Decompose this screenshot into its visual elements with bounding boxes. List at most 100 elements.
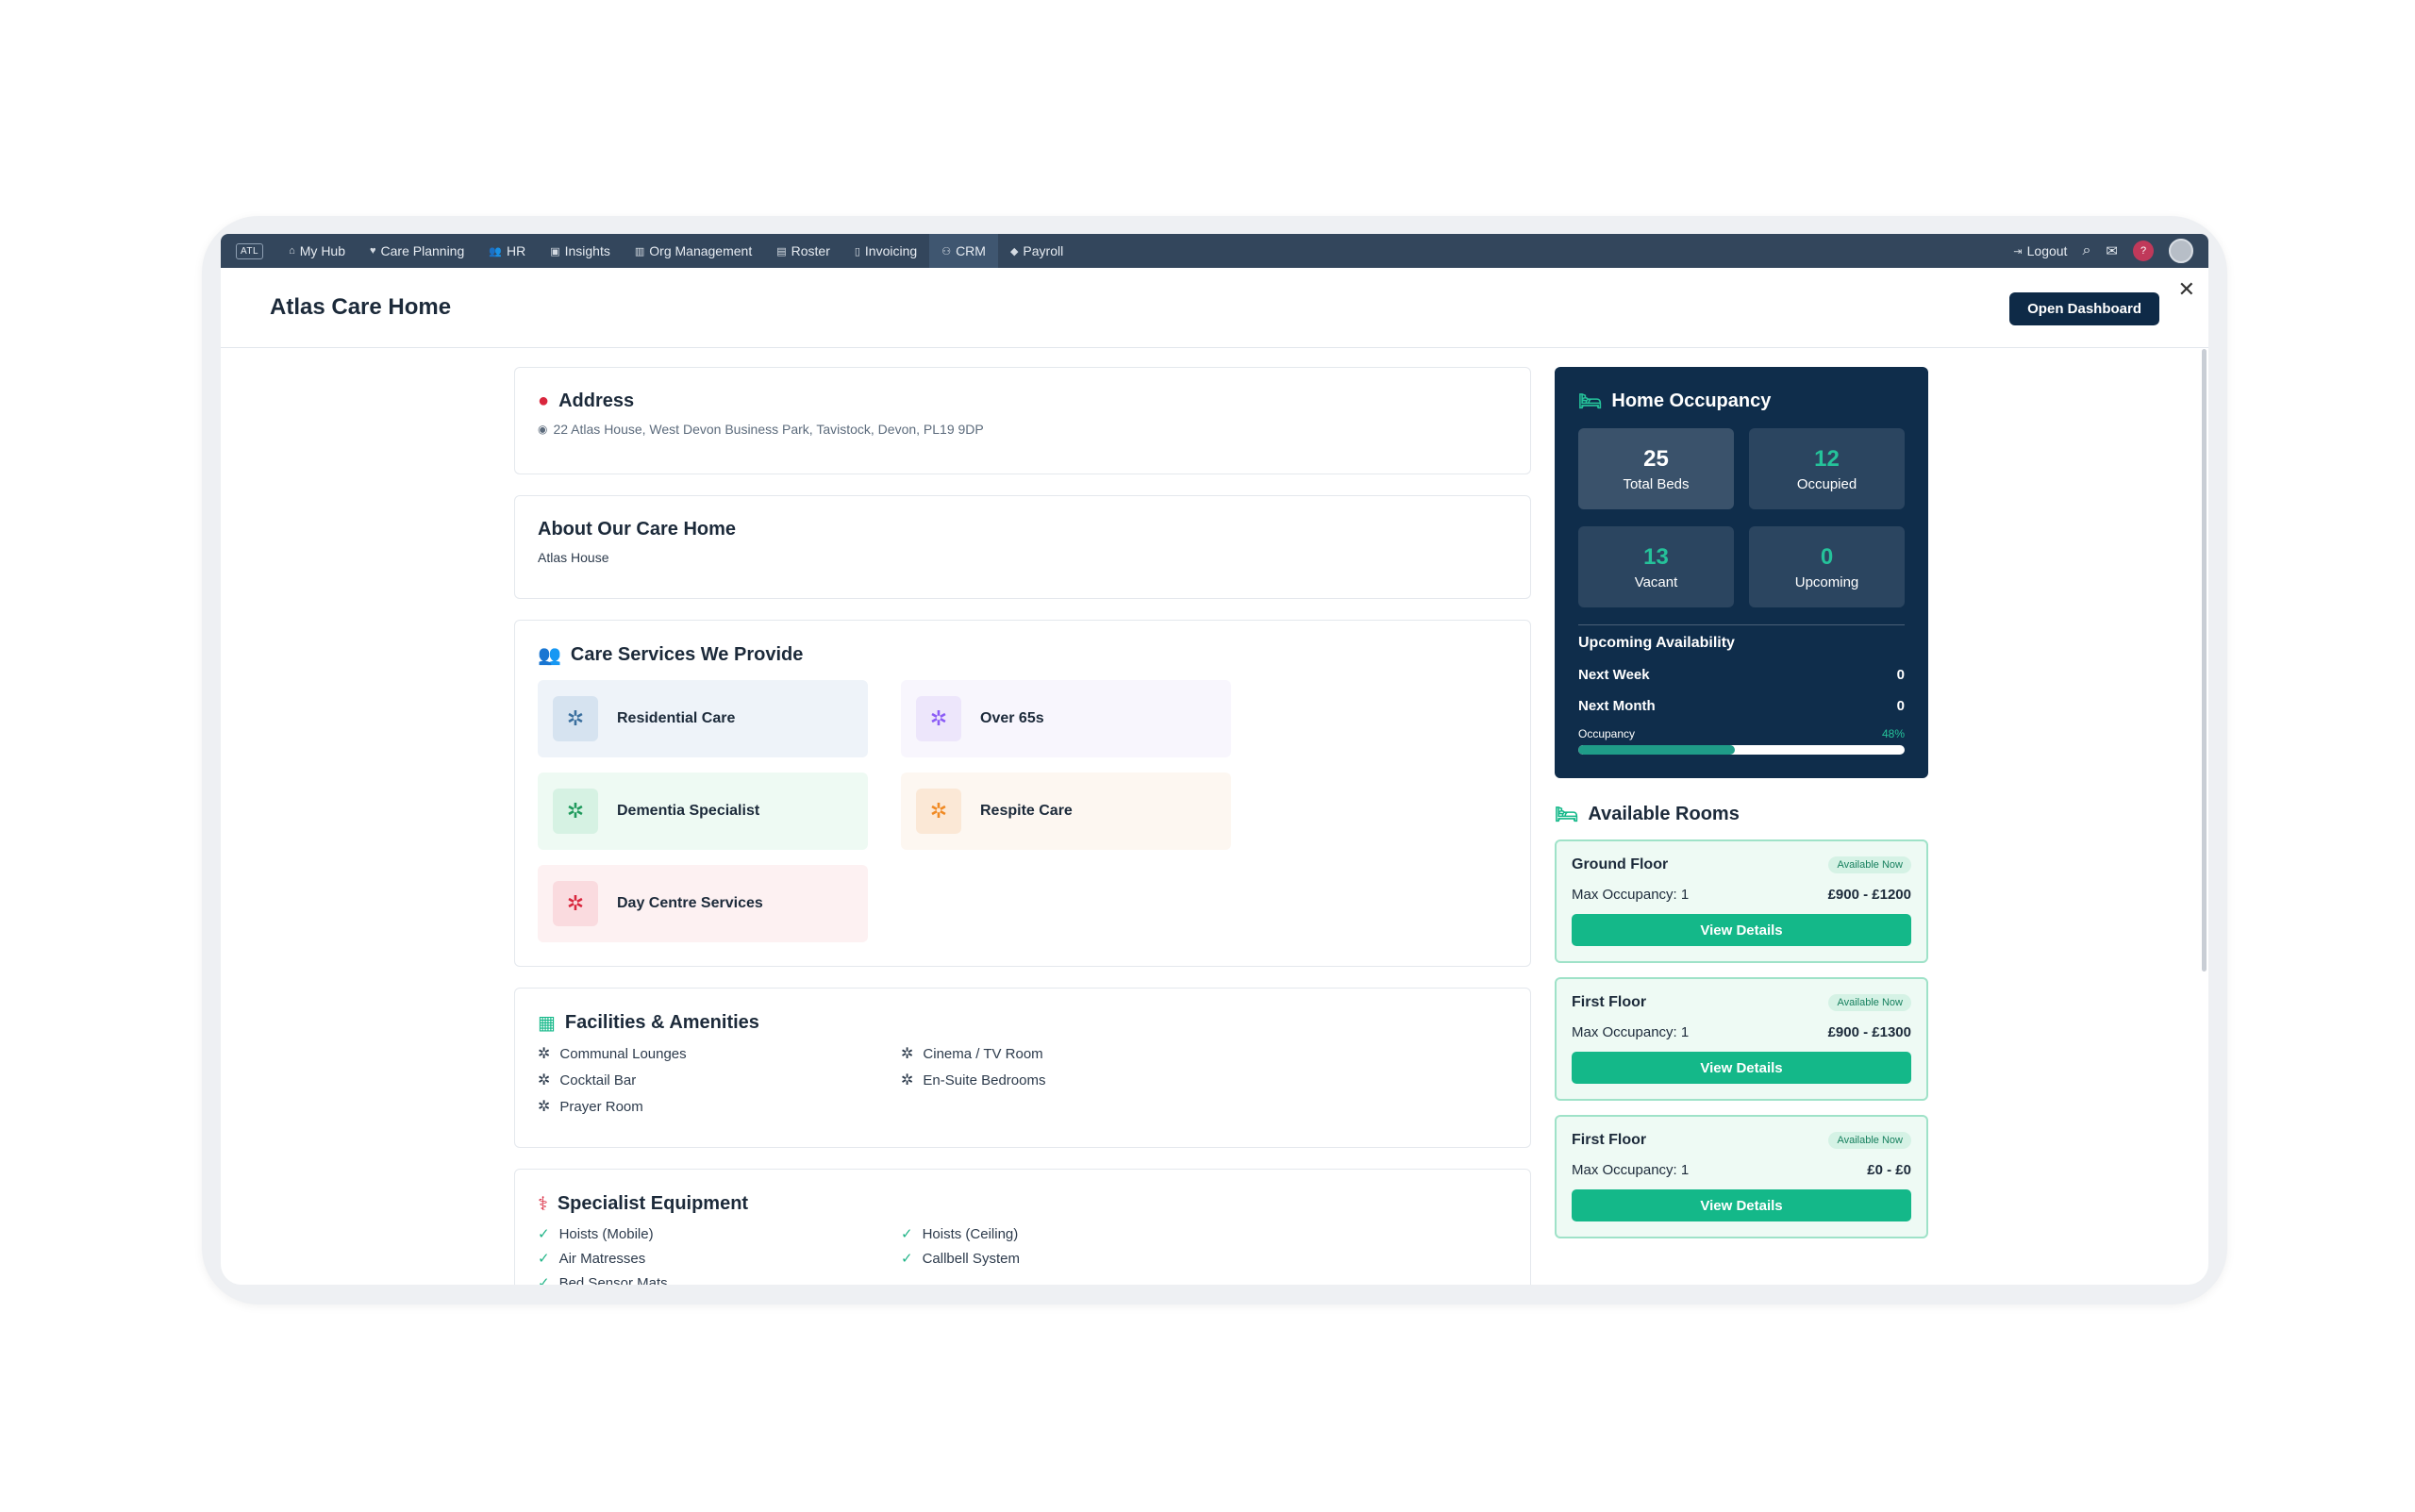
app-window: ATL ⌂ My Hub ♥ Care Planning 👥 HR ▣ Insights… [221,234,2208,1285]
occupancy-label: Occupancy [1578,727,1636,740]
gear-icon: ✲ [538,1099,551,1115]
app-logo[interactable]: ATL [236,242,264,259]
available-rooms-heading: 🛏 Available Rooms [1555,803,1928,826]
cog-icon: ✲ [916,696,961,741]
list-item: ✓ Bed Sensor Mats [538,1274,901,1286]
occupancy-row: Occupancy 48% [1578,727,1905,740]
view-details-button[interactable]: View Details [1572,1189,1911,1221]
view-details-button[interactable]: View Details [1572,914,1911,946]
list-item: ✓ Air Matresses [538,1250,901,1268]
open-dashboard-button[interactable]: Open Dashboard [2009,292,2159,325]
nav-roster[interactable]: ▤ Roster [764,234,842,268]
address-card: ● Address ◉ 22 Atlas House, West Devon Bus… [514,367,1531,474]
service-label: Residential Care [617,710,736,726]
room-floor: First Floor [1572,994,1647,1010]
page-title: Atlas Care Home [270,294,452,320]
status-badge: Available Now [1828,994,1911,1011]
check-icon: ✓ [538,1275,550,1285]
service-label: Dementia Specialist [617,803,760,819]
divider [1578,624,1905,625]
stat-label: Occupied [1796,475,1857,492]
help-badge[interactable]: ? [2133,241,2154,261]
service-label: Over 65s [980,710,1044,726]
calendar-icon: ▤ [776,245,787,258]
service-label: Day Centre Services [617,895,763,911]
cog-icon: ✲ [553,696,598,741]
facility-label: En-Suite Bedrooms [923,1072,1046,1088]
buildings-icon: ▦ [538,1013,556,1034]
logout-icon: ⇥ [2013,245,2023,258]
equipment-label: Callbell System [922,1250,1020,1267]
nav-org-management[interactable]: ▥ Org Management [623,234,764,268]
nav-hr[interactable]: 👥 HR [476,234,538,268]
stat-label: Vacant [1634,573,1678,590]
heart-icon: ♥ [370,245,376,257]
logout-button[interactable]: ⇥ Logout [2013,234,2067,268]
list-item: ✓ Callbell System [901,1250,1264,1268]
map-pin-icon: ● [538,390,550,411]
mail-icon[interactable]: ✉ [2106,242,2118,259]
content-area: ● Address ◉ 22 Atlas House, West Devon Bus… [221,349,2208,1285]
equipment-label: Hoists (Mobile) [558,1225,654,1242]
chart-icon: ▣ [550,245,560,258]
stat-value: 25 [1643,445,1669,472]
nav-crm[interactable]: ⚇ CRM [929,234,998,268]
page-header: Atlas Care Home Open Dashboard ✕ [221,268,2208,348]
stat-occupied: 12 Occupied [1749,428,1905,509]
people-group-icon: 👥 [538,645,561,666]
check-icon: ✓ [901,1226,913,1242]
list-item: ✲ En-Suite Bedrooms [901,1071,1264,1089]
gear-icon: ✲ [538,1046,551,1062]
scrollbar[interactable] [2202,349,2207,972]
view-details-button[interactable]: View Details [1572,1052,1911,1084]
bed-icon: 🛏 [1555,805,1579,825]
nav-care-planning[interactable]: ♥ Care Planning [358,234,476,268]
check-icon: ✓ [538,1226,550,1242]
facility-label: Cinema / TV Room [923,1045,1043,1062]
facilities-list: ✲ Communal Lounges ✲ Cinema / TV Room ✲ Coc… [538,1044,1507,1116]
stat-value: 0 [1820,543,1834,570]
next-week-value: 0 [1896,667,1905,683]
close-icon[interactable]: ✕ [2178,277,2195,302]
nav-label: Invoicing [864,243,918,258]
room-price: £0 - £0 [1867,1162,1911,1178]
services-title: Care Services We Provide [570,644,804,665]
check-icon: ✓ [538,1251,550,1267]
occupancy-progress-fill [1578,745,1736,755]
avatar[interactable] [2169,239,2193,263]
stat-upcoming: 0 Upcoming [1749,526,1905,607]
home-icon: ⌂ [289,245,295,257]
room-price: £900 - £1200 [1827,887,1911,903]
location-pin-icon: ◉ [538,423,548,436]
nav-label: HR [506,243,526,258]
nav-payroll[interactable]: ◆ Payroll [998,234,1075,268]
nav-invoicing[interactable]: ▯ Invoicing [842,234,929,268]
nav-my-hub[interactable]: ⌂ My Hub [276,234,358,268]
list-item: ✲ Cinema / TV Room [901,1044,1264,1063]
room-occupancy: Max Occupancy: 1 [1572,1024,1690,1040]
room-occupancy: Max Occupancy: 1 [1572,1162,1690,1178]
stat-total-beds: 25 Total Beds [1578,428,1734,509]
top-nav: ATL ⌂ My Hub ♥ Care Planning 👥 HR ▣ Insights… [221,234,2208,268]
room-card: First Floor Available Now Max Occupancy: … [1555,977,1928,1101]
rooms-title: Available Rooms [1588,804,1740,824]
next-month-row: Next Month 0 [1578,698,1905,714]
building-icon: ▥ [634,245,645,258]
room-occupancy: Max Occupancy: 1 [1572,887,1690,903]
room-price: £900 - £1300 [1827,1024,1911,1040]
cog-icon: ✲ [553,881,598,926]
room-floor: Ground Floor [1572,856,1669,872]
nav-label: Roster [791,243,830,258]
nav-insights[interactable]: ▣ Insights [538,234,623,268]
search-icon[interactable]: ⌕ [2082,242,2090,259]
next-month-value: 0 [1896,698,1905,714]
nav-label: CRM [956,243,986,258]
nav-label: My Hub [299,243,345,258]
next-month-label: Next Month [1578,698,1656,714]
document-icon: ▯ [854,245,860,258]
facilities-card: ▦ Facilities & Amenities ✲ Communal Lounge… [514,988,1531,1148]
status-badge: Available Now [1828,1132,1911,1149]
status-badge: Available Now [1828,856,1911,873]
equipment-label: Bed Sensor Mats [558,1274,668,1286]
list-item: ✓ Hoists (Mobile) [538,1225,901,1243]
